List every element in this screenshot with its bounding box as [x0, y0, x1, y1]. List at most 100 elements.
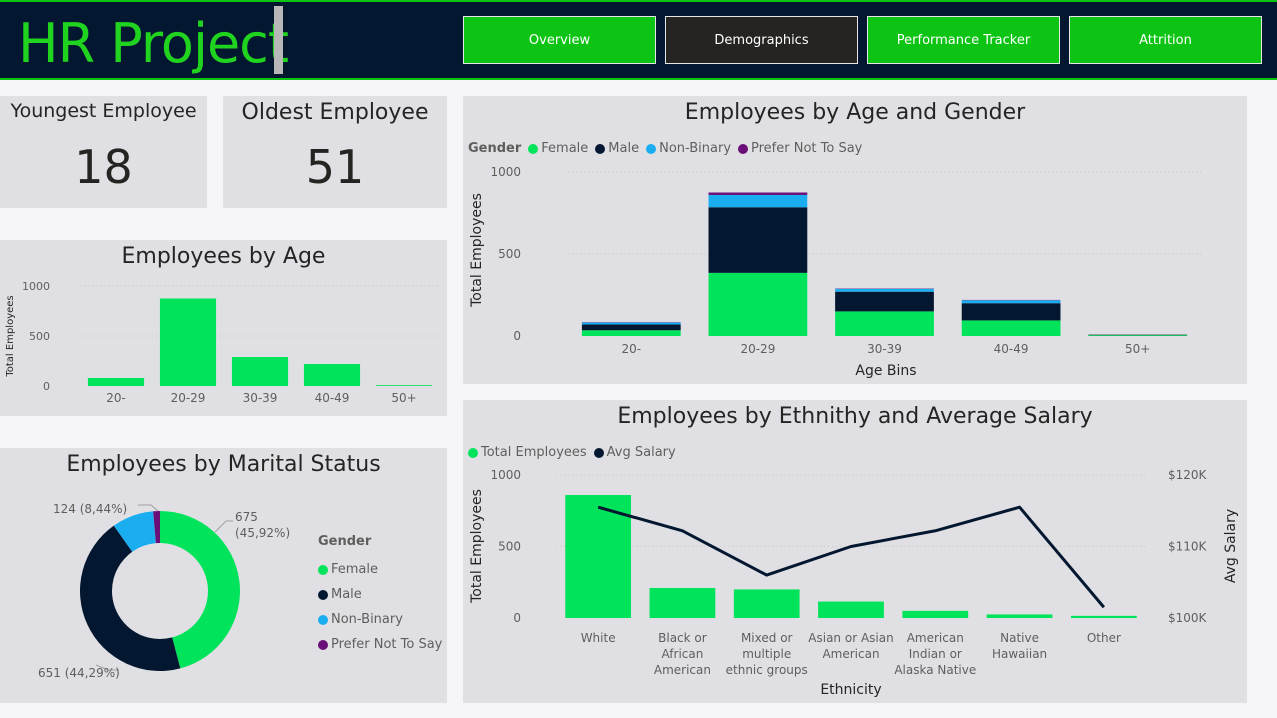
donut-label-female-pct: (45,92%)	[235, 526, 290, 540]
x-tick-label: Native	[1000, 631, 1039, 645]
stacked-bar-female	[581, 330, 681, 336]
donut-label-non-binary: 124 (8,44%)	[53, 502, 127, 516]
nav-performance-tracker-button[interactable]: Performance Tracker	[867, 16, 1060, 64]
stacked-bar-non-binary	[581, 322, 681, 325]
youngest-employee-value: 18	[74, 140, 133, 194]
nav-demographics-button[interactable]: Demographics	[665, 16, 858, 64]
stacked-bar-male	[708, 207, 808, 273]
x-tick-label: multiple	[742, 647, 791, 661]
x-tick-label: American	[822, 647, 879, 661]
age-gender-chart-card: Employees by Age and Gender Gender Femal…	[463, 96, 1247, 384]
stacked-bar-male	[581, 324, 681, 331]
y2-tick-label: $110K	[1168, 540, 1208, 554]
y-tick-label: 500	[29, 330, 50, 343]
y-tick-label: 0	[513, 329, 521, 343]
youngest-employee-label: Youngest Employee	[10, 100, 197, 122]
age-bar	[303, 364, 361, 386]
y-tick-label: 1000	[490, 468, 521, 482]
age-bar	[159, 298, 217, 386]
x-tick-label: Asian or Asian	[808, 631, 893, 645]
x-tick-label: 20-29	[740, 342, 775, 356]
stacked-bar-male	[961, 303, 1061, 321]
y-tick-label: 0	[513, 611, 521, 625]
legend-label: Non-Binary	[331, 612, 403, 627]
x-tick-label: 20-	[621, 342, 641, 356]
age-bar	[375, 385, 433, 386]
y-tick-label: 1000	[490, 165, 521, 179]
legend-item-prefer-not[interactable]: Prefer Not To Say	[318, 632, 442, 657]
ethnicity-bar	[649, 587, 716, 618]
legend-item-non-binary[interactable]: Non-Binary	[318, 607, 442, 632]
x-tick-label: Hawaiian	[992, 647, 1047, 661]
x-tick-label: 20-	[106, 391, 126, 405]
age-gender-chart: Total Employees Age Bins 0 500 1000 20- 20-2…	[469, 165, 1201, 379]
ethnicity-chart-card: Employees by Ethnithy and Average Salary…	[463, 400, 1247, 703]
x-tick-label: African	[662, 647, 704, 661]
x-tick-label: Indian or	[909, 647, 962, 661]
x-tick-label: 50+	[1125, 342, 1150, 356]
age-y-axis-label: Total Employees	[5, 295, 16, 377]
ethnicity-chart: Total Employees Avg Salary Ethnicity 0 50…	[469, 468, 1239, 698]
prefer-not-dot-icon	[318, 639, 328, 650]
youngest-employee-card: Youngest Employee 18	[0, 96, 207, 208]
age-chart-card: Employees by Age Total Employees 0 500 100…	[0, 240, 447, 416]
x-tick-label: American	[654, 663, 711, 677]
ethnicity-bar	[818, 601, 884, 618]
x-tick-label: White	[581, 631, 616, 645]
stacked-bar-non-binary	[961, 300, 1061, 304]
y2-tick-label: $100K	[1168, 611, 1208, 625]
non-binary-dot-icon	[318, 614, 328, 625]
stacked-bar-prefer-not-to-say	[708, 192, 808, 195]
ethnicity-bar	[1070, 615, 1137, 618]
app-title: HR Project	[18, 12, 289, 75]
donut-label-female-count: 675	[235, 510, 258, 524]
legend-item-male[interactable]: Male	[318, 582, 442, 607]
y-tick-label: 500	[498, 247, 521, 261]
y2-tick-label: $120K	[1168, 468, 1208, 482]
oldest-employee-value: 51	[305, 140, 365, 194]
legend-label: Prefer Not To Say	[331, 637, 443, 652]
x-tick-label: 40-49	[994, 342, 1029, 356]
x-tick-label: Mixed or	[741, 631, 793, 645]
x-tick-label: Black or	[658, 631, 707, 645]
stacked-bar-female	[961, 320, 1061, 336]
marital-legend: Gender Female Male Non-Binary Prefer Not…	[318, 534, 442, 657]
age-bar	[231, 357, 289, 386]
stacked-bar-male	[835, 291, 934, 312]
oldest-employee-card: Oldest Employee 51	[223, 96, 447, 208]
ethnicity-bar	[986, 614, 1053, 618]
y-tick-label: 1000	[22, 280, 50, 293]
stacked-bar-female	[1088, 335, 1188, 336]
x-tick-label: ethnic groups	[726, 663, 808, 677]
age-gender-x-axis-label: Age Bins	[855, 363, 916, 379]
title-caret	[274, 6, 283, 74]
legend-item-female[interactable]: Female	[318, 557, 442, 582]
y-tick-label: 0	[43, 380, 50, 393]
stacked-bar-non-binary	[708, 194, 808, 208]
x-tick-label: American	[907, 631, 964, 645]
stacked-bar-non-binary	[835, 288, 934, 292]
oldest-employee-label: Oldest Employee	[241, 100, 429, 125]
male-dot-icon	[318, 589, 328, 600]
stacked-bar-female	[708, 272, 808, 336]
ethnicity-bar	[902, 610, 969, 618]
age-bar	[87, 378, 145, 386]
x-tick-label: Other	[1087, 631, 1121, 645]
marital-chart-card: Employees by Marital Status 675 (45,92%)…	[0, 448, 447, 703]
y-tick-label: 500	[498, 540, 521, 554]
label-leader-line	[214, 520, 233, 533]
female-dot-icon	[318, 564, 328, 575]
stacked-bar-female	[835, 311, 934, 336]
nav-overview-button[interactable]: Overview	[463, 16, 656, 64]
header-bar: HR Project Overview Demographics Perform…	[0, 0, 1277, 80]
nav-attrition-button[interactable]: Attrition	[1069, 16, 1262, 64]
legend-label: Male	[331, 587, 362, 602]
age-gender-y-axis-label: Total Employees	[469, 193, 485, 308]
ethnicity-y-axis-label: Total Employees	[469, 489, 485, 604]
marital-legend-title: Gender	[318, 534, 372, 549]
x-tick-label: Alaska Native	[894, 663, 976, 677]
donut-label-male: 651 (44,29%)	[38, 666, 120, 680]
x-tick-label: 50+	[391, 391, 416, 405]
x-tick-label: 30-39	[243, 391, 278, 405]
ethnicity-x-axis-label: Ethnicity	[820, 682, 881, 698]
